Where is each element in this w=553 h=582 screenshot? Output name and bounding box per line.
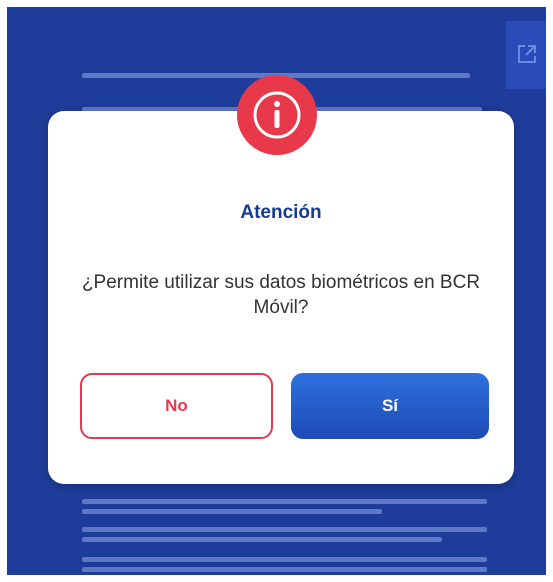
info-icon [237,75,317,155]
open-external-icon [518,45,536,63]
dialog-title: Atención [240,202,322,223]
yes-button[interactable]: Sí [291,373,489,439]
no-button[interactable]: No [80,373,273,439]
open-external-button[interactable] [506,21,546,89]
dialog-message: ¿Permite utilizar sus datos biométricos … [81,272,481,318]
